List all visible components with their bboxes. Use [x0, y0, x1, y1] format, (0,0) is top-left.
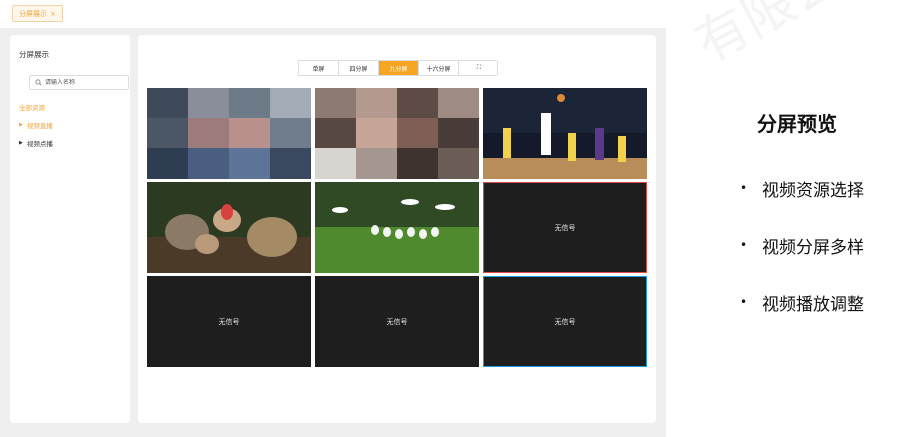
feature-text: 视频播放调整 [762, 294, 864, 315]
sidebar-item-label: 视频点播 [26, 140, 53, 148]
mosaic-video-frame [147, 88, 311, 179]
list-item: • 视频资源选择 [740, 178, 864, 201]
mode-four-button[interactable]: 四分屏 [339, 61, 379, 75]
all-resources-link[interactable]: 全部资源 [19, 102, 45, 112]
search-box[interactable] [29, 75, 129, 90]
sidebar: 分屏展示 全部资源 ▶ 视频直播 ▶ 视频点播 [10, 35, 130, 423]
feature-text: 视频资源选择 [762, 180, 864, 201]
egrets-video-frame [315, 182, 479, 273]
video-grid: 无信号 无信号 无信号 无信号 [147, 88, 647, 368]
bullet: • [740, 181, 748, 195]
video-cell-4[interactable] [147, 182, 311, 273]
no-signal-label: 无信号 [218, 317, 240, 326]
fullscreen-button[interactable]: ⛶ [459, 61, 497, 75]
bullet: • [740, 295, 748, 309]
video-cell-9[interactable]: 无信号 [483, 276, 647, 367]
no-signal-label: 无信号 [386, 317, 408, 326]
video-cell-7[interactable]: 无信号 [147, 276, 311, 367]
sidebar-item-live[interactable]: ▶ 视频直播 [19, 120, 53, 130]
video-cell-2[interactable] [315, 88, 479, 179]
caret-right-icon: ▶ [19, 140, 23, 146]
bullet: • [740, 238, 748, 252]
tab-label: 分屏展示 [19, 9, 47, 18]
sidebar-item-label: 视频直播 [26, 122, 53, 130]
feature-text: 视频分屏多样 [762, 237, 864, 258]
no-signal-label: 无信号 [554, 317, 576, 326]
basketball-video-frame [483, 88, 647, 179]
video-cell-3[interactable] [483, 88, 647, 179]
video-cell-8[interactable]: 无信号 [315, 276, 479, 367]
tab-split-screen[interactable]: 分屏展示 × [12, 5, 63, 22]
caret-right-icon: ▶ [19, 122, 23, 128]
split-mode-selector: 单屏 四分屏 九分屏 十六分屏 ⛶ [298, 60, 498, 76]
mode-sixteen-button[interactable]: 十六分屏 [419, 61, 459, 75]
mode-single-button[interactable]: 单屏 [299, 61, 339, 75]
tab-bar: 分屏展示 × [0, 0, 666, 28]
app-area: 分屏展示 全部资源 ▶ 视频直播 ▶ 视频点播 单屏 四分屏 [0, 28, 666, 437]
mosaic-video-frame [315, 88, 479, 179]
list-item: • 视频分屏多样 [740, 235, 864, 258]
no-signal-label: 无信号 [554, 223, 576, 232]
video-cell-5[interactable] [315, 182, 479, 273]
video-cell-6[interactable]: 无信号 [483, 182, 647, 273]
page: 分屏展示 × 分屏展示 全部资源 ▶ 视频直播 ▶ 视频点播 [0, 0, 900, 437]
close-icon[interactable]: × [50, 10, 56, 18]
right-panel-title: 分屏预览 [757, 112, 837, 136]
list-item: • 视频播放调整 [740, 292, 864, 315]
sidebar-title: 分屏展示 [19, 50, 49, 59]
sidebar-item-vod[interactable]: ▶ 视频点播 [19, 138, 53, 148]
watermark: 有限公司 [680, 0, 899, 76]
search-icon [35, 79, 42, 86]
video-cell-1[interactable] [147, 88, 311, 179]
birds-video-frame [147, 182, 311, 273]
fullscreen-icon: ⛶ [476, 64, 482, 71]
search-input[interactable] [45, 79, 125, 86]
mode-nine-button[interactable]: 九分屏 [379, 61, 419, 75]
feature-list: • 视频资源选择 • 视频分屏多样 • 视频播放调整 [740, 178, 864, 349]
main-panel: 单屏 四分屏 九分屏 十六分屏 ⛶ 无信号 无信号 无信号 无信号 [138, 35, 656, 423]
